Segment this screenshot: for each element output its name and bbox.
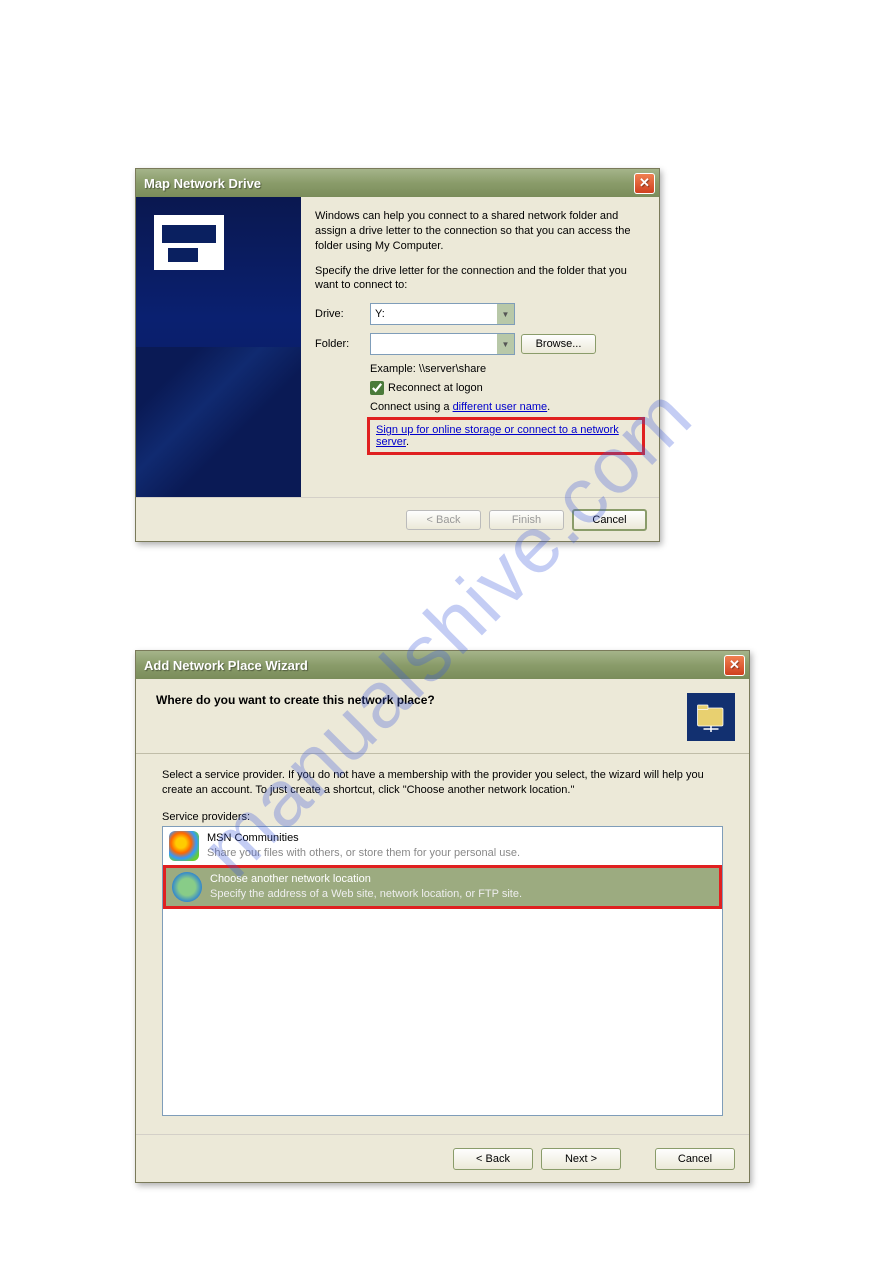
drive-combobox[interactable]: Y: ▼	[370, 303, 515, 325]
add-network-place-wizard: Add Network Place Wizard ✕ Where do you …	[135, 650, 750, 1183]
close-button[interactable]: ✕	[724, 655, 745, 676]
connect-prefix: Connect using a	[370, 401, 453, 413]
folder-network-icon	[687, 693, 735, 741]
wizard-header-title: Where do you want to create this network…	[156, 693, 435, 707]
cancel-button[interactable]: Cancel	[655, 1148, 735, 1170]
reconnect-label: Reconnect at logon	[388, 382, 483, 394]
browse-button[interactable]: Browse...	[521, 334, 596, 354]
list-item-subtitle: Specify the address of a Web site, netwo…	[210, 887, 522, 901]
specify-text: Specify the drive letter for the connect…	[315, 264, 645, 294]
close-icon: ✕	[729, 657, 740, 673]
intro-text: Windows can help you connect to a shared…	[315, 209, 645, 254]
different-user-link[interactable]: different user name	[453, 401, 548, 413]
list-item[interactable]: MSN Communities Share your files with ot…	[163, 827, 722, 865]
drive-label: Drive:	[315, 308, 370, 320]
titlebar[interactable]: Map Network Drive ✕	[136, 169, 659, 197]
finish-button: Finish	[489, 510, 564, 530]
map-network-drive-dialog: Map Network Drive ✕ Windows can help you…	[135, 168, 660, 542]
chevron-down-icon: ▼	[497, 304, 514, 324]
list-item-title: MSN Communities	[207, 831, 520, 845]
drive-value: Y:	[375, 308, 385, 320]
back-button[interactable]: < Back	[453, 1148, 533, 1170]
close-icon: ✕	[639, 175, 650, 191]
example-text: Example: \\server\share	[370, 363, 645, 375]
reconnect-checkbox[interactable]	[370, 381, 384, 395]
side-graphic	[136, 347, 301, 497]
dialog-title: Add Network Place Wizard	[144, 658, 308, 673]
service-provider-list[interactable]: MSN Communities Share your files with ot…	[162, 826, 723, 1116]
folder-combobox[interactable]: ▼	[370, 333, 515, 355]
next-button[interactable]: Next >	[541, 1148, 621, 1170]
wizard-header: Where do you want to create this network…	[136, 679, 749, 754]
back-button: < Back	[406, 510, 481, 530]
titlebar[interactable]: Add Network Place Wizard ✕	[136, 651, 749, 679]
chevron-down-icon: ▼	[497, 334, 514, 354]
folder-label: Folder:	[315, 338, 370, 350]
cancel-button[interactable]: Cancel	[572, 509, 647, 531]
msn-icon	[169, 831, 199, 861]
signup-link[interactable]: Sign up for online storage or connect to…	[376, 424, 619, 448]
globe-icon	[172, 872, 202, 902]
list-item-title: Choose another network location	[210, 872, 522, 886]
close-button[interactable]: ✕	[634, 173, 655, 194]
list-label: Service providers:	[162, 811, 723, 823]
dialog-title: Map Network Drive	[144, 176, 261, 191]
highlight-box: Sign up for online storage or connect to…	[367, 417, 645, 455]
list-item[interactable]: Choose another network location Specify …	[166, 868, 719, 906]
side-panel	[136, 197, 301, 497]
highlight-box: Choose another network location Specify …	[163, 865, 722, 909]
instructions-text: Select a service provider. If you do not…	[162, 768, 723, 799]
list-item-subtitle: Share your files with others, or store t…	[207, 846, 520, 860]
drive-icon	[154, 215, 224, 270]
